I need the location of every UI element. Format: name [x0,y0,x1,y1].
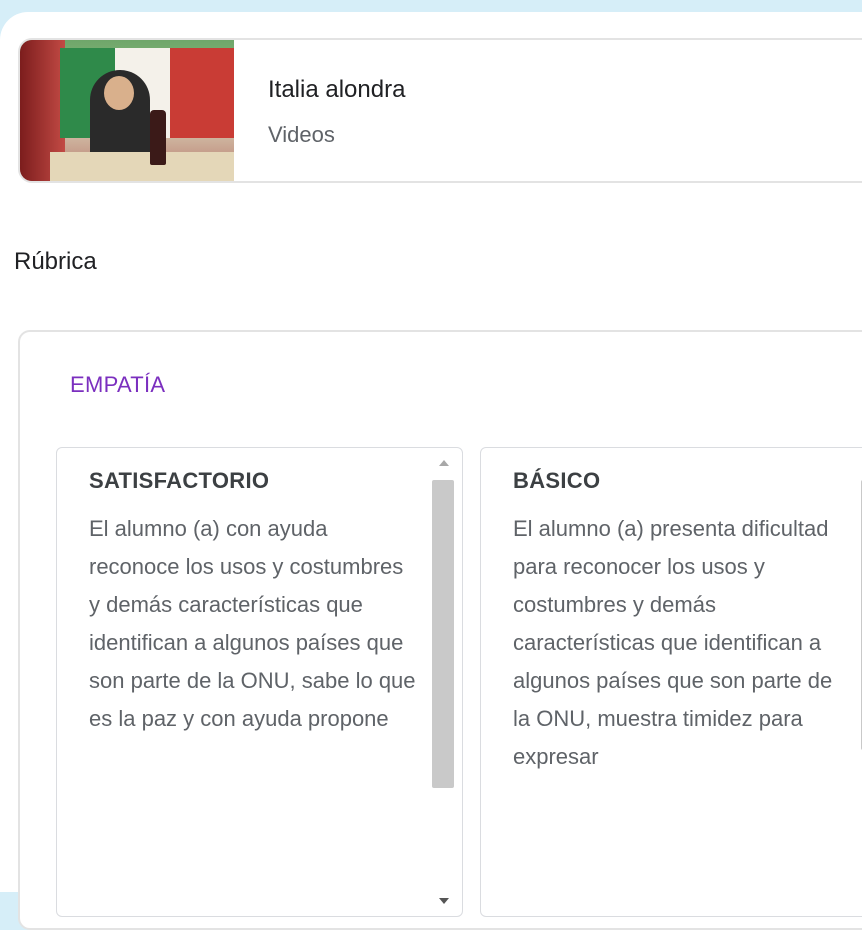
thumbnail-bottle [150,110,166,165]
video-attachment-card[interactable]: Italia alondra Videos [18,38,862,183]
level-description: El alumno (a) presenta dificultad para r… [513,516,833,769]
attachment-type: Videos [268,122,335,147]
rubric-level-satisfactorio[interactable]: SATISFACTORIO El alumno (a) con ayuda re… [56,447,463,917]
thumbnail-flag-red [170,48,234,138]
rubric-card: EMPATÍA SATISFACTORIO El alumno (a) con … [18,330,862,930]
attachment-title[interactable]: Italia alondra [268,76,405,104]
video-thumbnail[interactable] [20,40,234,181]
rubric-heading: Rúbrica [14,248,97,275]
level-scrollbar[interactable] [430,458,456,908]
scroll-down-icon[interactable] [439,898,449,904]
level-title: BÁSICO [513,468,601,493]
criterion-title: EMPATÍA [70,372,166,397]
rubric-level-basico[interactable]: BÁSICO El alumno (a) presenta dificultad… [480,447,862,917]
scroll-up-icon[interactable] [439,460,449,466]
level-description: El alumno (a) con ayuda reconoce los uso… [89,516,416,731]
main-panel: Italia alondra Videos Rúbrica EMPATÍA SA… [0,12,862,930]
thumbnail-table [50,152,234,181]
scroll-thumb[interactable] [432,480,454,788]
level-title: SATISFACTORIO [89,468,270,493]
thumbnail-face [104,76,134,110]
